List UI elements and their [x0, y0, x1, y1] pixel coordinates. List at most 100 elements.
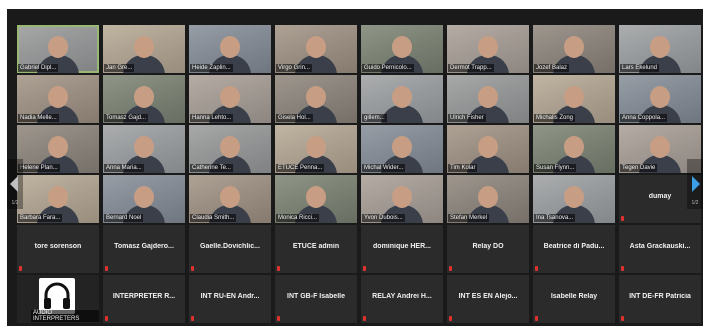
participant-name: Beatrice di Padu... [543, 243, 605, 250]
next-page-button[interactable]: 1/2 [687, 159, 703, 209]
participant-tile[interactable]: Relay DO [447, 225, 529, 273]
participant-name: Claudia Smith... [190, 214, 237, 222]
participant-tile[interactable]: Anna Maria... [103, 125, 185, 173]
participant-tile[interactable]: Tomasz Gajdero... [103, 225, 185, 273]
participant-face [220, 186, 240, 208]
participant-name: ETUCE Penna... [276, 164, 325, 172]
muted-mic-icon [449, 266, 452, 271]
participant-tile[interactable]: ETUCE admin [275, 225, 357, 273]
participant-name: Michal Wider... [362, 164, 406, 172]
participant-tile[interactable]: Gaelle.Dovichlic... [189, 225, 271, 273]
participant-name: Yvon Dubois... [362, 214, 405, 222]
participant-name: ETUCE admin [292, 243, 340, 250]
participant-tile[interactable]: INTERPRETER R... [103, 275, 185, 323]
participant-tile[interactable]: Gisela Hol... [275, 75, 357, 123]
participant-tile[interactable]: ETUCE Penna... [275, 125, 357, 173]
participant-tile[interactable]: INT DE-FR Patricia [619, 275, 701, 323]
participant-tile[interactable]: Hanna Lehto... [189, 75, 271, 123]
participant-row: tore sorenson Tomasz Gajdero... Gaelle.Dov… [17, 225, 701, 273]
participant-tile[interactable]: Nadia Melle... [17, 75, 99, 123]
participant-tile[interactable]: gillem... [361, 75, 443, 123]
participant-tile[interactable]: Gabriel Dipl... [17, 25, 99, 73]
audio-interpreter-tile[interactable]: AUDIO INTERPRETERS [17, 275, 99, 323]
participant-name: Asta Grackauski... [629, 243, 691, 250]
muted-mic-icon [449, 316, 452, 321]
participant-tile[interactable]: Stefan Merkel [447, 175, 529, 223]
participant-name: tore sorenson [34, 243, 82, 250]
participant-tile[interactable]: Monica Ricci... [275, 175, 357, 223]
participant-name: Ina Tsanova... [534, 214, 576, 222]
participant-name: Helene Plan... [18, 164, 60, 172]
participant-face [564, 86, 584, 108]
participant-tile[interactable]: Ina Tsanova... [533, 175, 615, 223]
participant-tile[interactable]: Guido Pernicolo... [361, 25, 443, 73]
participant-tile[interactable]: Heide Zaplin... [189, 25, 271, 73]
participant-face [564, 36, 584, 58]
page-indicator-right: 1/2 [691, 200, 699, 206]
participant-face [306, 136, 326, 158]
participant-name: Tim Kolar [448, 164, 478, 172]
participant-name: Lars Ekelund [620, 64, 660, 72]
participant-name: Susan Flynn... [534, 164, 577, 172]
participant-name: INT RU-EN Andr... [200, 293, 260, 300]
participant-face [392, 136, 412, 158]
muted-mic-icon [277, 266, 280, 271]
participant-tile[interactable]: tore sorenson [17, 225, 99, 273]
participant-name: Tomasz Gajd... [104, 114, 149, 122]
participant-tile[interactable]: Beatrice di Padu... [533, 225, 615, 273]
chevron-right-icon [692, 176, 700, 192]
participant-name: dominique HER... [373, 243, 431, 250]
participant-tile[interactable]: Helene Plan... [17, 125, 99, 173]
participant-tile[interactable]: Lars Ekelund [619, 25, 701, 73]
participant-tile[interactable]: Yvon Dubois... [361, 175, 443, 223]
participant-name: Stefan Merkel [448, 214, 490, 222]
participant-face [220, 86, 240, 108]
participant-tile[interactable]: Michalis Zong [533, 75, 615, 123]
participant-tile[interactable]: Tomasz Gajd... [103, 75, 185, 123]
participant-face [134, 136, 154, 158]
participant-face [306, 186, 326, 208]
participant-row: Nadia Melle... Tomasz Gajd... Hanna Lehto.… [17, 75, 701, 123]
participant-name: Nadia Melle... [18, 114, 59, 122]
muted-mic-icon [19, 266, 22, 271]
participant-face [650, 86, 670, 108]
participant-tile[interactable]: Susan Flynn... [533, 125, 615, 173]
participant-tile[interactable]: RELAY Andrei H... [361, 275, 443, 323]
participant-tile[interactable]: Claudia Smith... [189, 175, 271, 223]
participant-tile[interactable]: dominique HER... [361, 225, 443, 273]
participant-tile[interactable]: Jan Gre... [103, 25, 185, 73]
participant-tile[interactable]: Barbara Fara... [17, 175, 99, 223]
participant-name: Dermot Trapp... [448, 64, 494, 72]
participant-face [564, 136, 584, 158]
participant-tile[interactable]: Anna Coppola... [619, 75, 701, 123]
participant-tile[interactable]: INT ES EN Alejo... [447, 275, 529, 323]
participant-name: INT GB-F Isabelle [287, 293, 345, 300]
participant-name: Barbara Fara... [18, 214, 63, 222]
participant-tile[interactable]: Asta Grackauski... [619, 225, 701, 273]
participant-tile[interactable]: Catherine Te... [189, 125, 271, 173]
participant-name: INT ES EN Alejo... [458, 293, 518, 300]
participant-row: AUDIO INTERPRETERS INTERPRETER R... INT RU… [17, 275, 701, 323]
participant-name: Relay DO [472, 243, 504, 250]
participant-name: Tegen Davie [620, 164, 658, 172]
muted-mic-icon [105, 316, 108, 321]
participant-tile[interactable]: Bernard Noel [103, 175, 185, 223]
participant-face [478, 186, 498, 208]
participant-face [650, 36, 670, 58]
participant-tile[interactable]: Ulrich Fisher [447, 75, 529, 123]
participant-tile[interactable]: Tim Kolar [447, 125, 529, 173]
video-gallery-window: Gabriel Dipl... Jan Gre... Heide Zaplin...… [7, 9, 703, 326]
participant-tile[interactable]: Isabelle Relay [533, 275, 615, 323]
participant-tile[interactable]: INT GB-F Isabelle [275, 275, 357, 323]
participant-face [392, 36, 412, 58]
previous-page-button[interactable]: 1/2 [7, 159, 23, 209]
participant-tile[interactable]: Dermot Trapp... [447, 25, 529, 73]
participant-name: Gabriel Dipl... [18, 64, 59, 72]
participant-tile[interactable]: Virgo Grin... [275, 25, 357, 73]
participant-tile[interactable]: Jozef Balaz [533, 25, 615, 73]
page-indicator-left: 1/2 [11, 200, 19, 206]
participant-tile[interactable]: Michal Wider... [361, 125, 443, 173]
participant-name: Anna Maria... [104, 164, 144, 172]
participant-tile[interactable]: INT RU-EN Andr... [189, 275, 271, 323]
participant-face [650, 136, 670, 158]
